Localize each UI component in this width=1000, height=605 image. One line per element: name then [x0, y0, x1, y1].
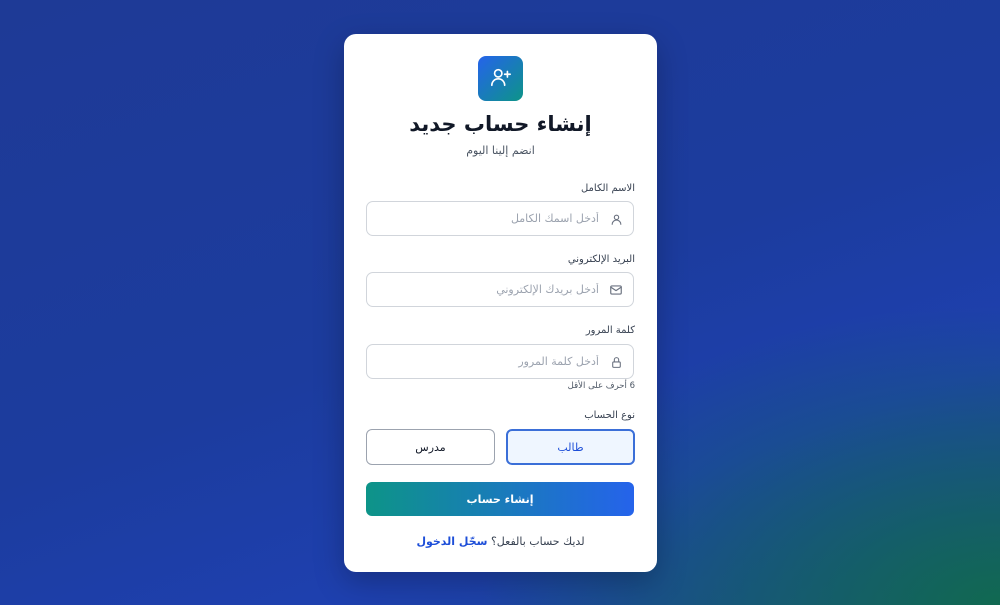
login-link[interactable]: سجّل الدخول	[416, 535, 487, 548]
full-name-input[interactable]	[367, 202, 633, 235]
email-label: البريد الإلكتروني	[567, 254, 635, 265]
login-prompt-text: لديك حساب بالفعل؟	[490, 535, 585, 548]
logo-tile	[478, 56, 523, 101]
account-type-student-button[interactable]: طالب	[506, 429, 635, 465]
account-type-teacher-button[interactable]: مدرس	[366, 429, 495, 465]
password-label: كلمة المرور	[585, 325, 635, 336]
lock-icon	[608, 354, 624, 370]
page-subtitle: انضم إلينا اليوم	[466, 144, 535, 157]
page-title: إنشاء حساب جديد	[409, 112, 592, 136]
password-input[interactable]	[367, 345, 633, 378]
login-prompt: لديك حساب بالفعل؟ سجّل الدخول	[344, 535, 657, 548]
register-card: إنشاء حساب جديد انضم إلينا اليوم الاسم ا…	[344, 34, 657, 572]
password-field-box	[366, 344, 634, 379]
password-hint: 6 أحرف على الأقل	[567, 381, 635, 391]
email-field-box	[366, 272, 634, 307]
email-input[interactable]	[367, 273, 633, 306]
user-icon	[608, 211, 624, 227]
full-name-label: الاسم الكامل	[580, 183, 635, 194]
user-plus-icon	[490, 66, 512, 92]
account-type-label: نوع الحساب	[584, 410, 635, 421]
full-name-field-box	[366, 201, 634, 236]
mail-icon	[608, 282, 624, 298]
create-account-button[interactable]: إنشاء حساب	[366, 482, 634, 516]
